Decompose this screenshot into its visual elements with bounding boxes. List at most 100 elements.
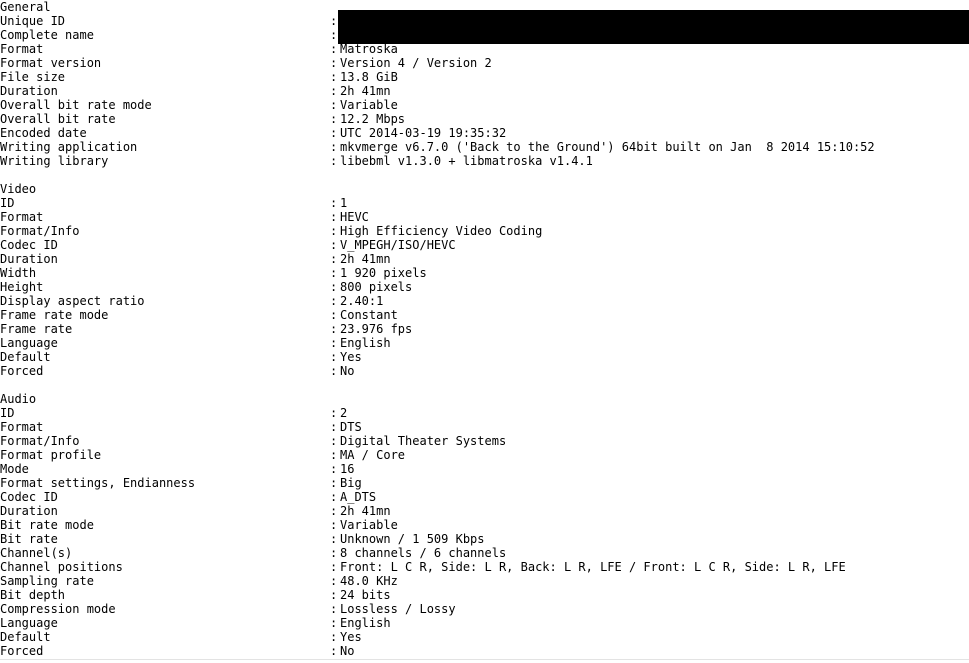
property-row: Bit rate mode: Variable bbox=[0, 518, 969, 532]
property-separator: : bbox=[330, 224, 338, 238]
property-row: Overall bit rate:12.2 Mbps bbox=[0, 112, 969, 126]
property-value: 16 bbox=[340, 462, 355, 476]
property-row: Format version: Version 4 / Version 2 bbox=[0, 56, 969, 70]
property-row: Encoded date: UTC 2014-03-19 19:35:32 bbox=[0, 126, 969, 140]
property-row: Sampling rate:48.0 KHz bbox=[0, 574, 969, 588]
property-row: Frame rate:23.976 fps bbox=[0, 322, 969, 336]
property-value: 24 bits bbox=[340, 588, 391, 602]
property-row: Format/Info: Digital Theater Systems bbox=[0, 434, 969, 448]
property-separator: : bbox=[330, 112, 338, 126]
report-body: General Unique ID: Complete name: Format: Ma… bbox=[0, 0, 969, 658]
property-value: libebml v1.3.0 + libmatroska v1.4.1 bbox=[340, 154, 593, 168]
property-separator: : bbox=[330, 98, 338, 112]
property-value: MA / Core bbox=[340, 448, 406, 462]
property-separator: : bbox=[330, 196, 338, 210]
property-row: Format settings, Endianness: Big bbox=[0, 476, 969, 490]
property-row: Format: DTS bbox=[0, 420, 969, 434]
property-value: No bbox=[340, 364, 355, 378]
property-row: Codec ID: A_DTS bbox=[0, 490, 969, 504]
property-label: Codec ID bbox=[0, 238, 58, 252]
property-value: 2 bbox=[340, 406, 348, 420]
property-row: Compression mode: Lossless / Lossy bbox=[0, 602, 969, 616]
property-label: ID bbox=[0, 406, 15, 420]
property-separator: : bbox=[330, 56, 338, 70]
property-row: Overall bit rate mode: Variable bbox=[0, 98, 969, 112]
property-row: ID:2 bbox=[0, 406, 969, 420]
property-separator: : bbox=[330, 616, 338, 630]
property-separator: : bbox=[330, 84, 338, 98]
property-label: Channel(s) bbox=[0, 546, 73, 560]
property-separator: : bbox=[330, 420, 338, 434]
property-separator: : bbox=[330, 252, 338, 266]
property-value: Yes bbox=[340, 350, 362, 364]
property-label: File size bbox=[0, 70, 66, 84]
property-label: Writing library bbox=[0, 154, 109, 168]
property-value: 2.40:1 bbox=[340, 294, 384, 308]
property-separator: : bbox=[330, 140, 338, 154]
property-label: Unique ID bbox=[0, 14, 66, 28]
property-label: Duration bbox=[0, 252, 58, 266]
property-separator: : bbox=[330, 630, 338, 644]
property-row: Height:800 pixels bbox=[0, 280, 969, 294]
property-label: Format bbox=[0, 210, 44, 224]
property-separator: : bbox=[330, 210, 338, 224]
property-value: DTS bbox=[340, 420, 362, 434]
property-value: Yes bbox=[340, 630, 362, 644]
property-value: 2h 41mn bbox=[340, 252, 391, 266]
property-label: Format/Info bbox=[0, 434, 80, 448]
property-row: Channel(s):8 channels / 6 channels bbox=[0, 546, 969, 560]
property-value: High Efficiency Video Coding bbox=[340, 224, 543, 238]
property-row: Language: English bbox=[0, 616, 969, 630]
property-separator: : bbox=[330, 364, 338, 378]
property-label: Format version bbox=[0, 56, 102, 70]
property-separator: : bbox=[330, 42, 338, 56]
property-separator: : bbox=[330, 476, 338, 490]
property-separator: : bbox=[330, 350, 338, 364]
property-label: Display aspect ratio bbox=[0, 294, 145, 308]
property-row: Forced: No bbox=[0, 364, 969, 378]
property-label: Format profile bbox=[0, 448, 102, 462]
property-label: Format bbox=[0, 42, 44, 56]
property-value: 13.8 GiB bbox=[340, 70, 398, 84]
property-separator: : bbox=[330, 266, 338, 280]
property-label: Height bbox=[0, 280, 44, 294]
mediainfo-report[interactable]: General Unique ID: Complete name: Format: Ma… bbox=[0, 0, 969, 663]
property-row: Bit rate: Unknown / 1 509 Kbps bbox=[0, 532, 969, 546]
property-value: Front: L C R, Side: L R, Back: L R, LFE … bbox=[340, 560, 846, 574]
property-label: Bit rate mode bbox=[0, 518, 94, 532]
property-separator: : bbox=[330, 308, 338, 322]
property-label: Writing application bbox=[0, 140, 138, 154]
property-value: Version 4 / Version 2 bbox=[340, 56, 492, 70]
property-row: Format profile: MA / Core bbox=[0, 448, 969, 462]
property-separator: : bbox=[330, 504, 338, 518]
property-value: HEVC bbox=[340, 210, 369, 224]
property-label: Codec ID bbox=[0, 490, 58, 504]
property-label: Bit depth bbox=[0, 588, 66, 602]
property-value: 800 pixels bbox=[340, 280, 413, 294]
property-label: ID bbox=[0, 196, 15, 210]
property-row: Writing application: mkvmerge v6.7.0 ('Ba… bbox=[0, 140, 969, 154]
property-value: Constant bbox=[340, 308, 398, 322]
property-row: Duration:2h 41mn bbox=[0, 84, 969, 98]
property-separator: : bbox=[330, 560, 338, 574]
property-value: 12.2 Mbps bbox=[340, 112, 406, 126]
property-label: Complete name bbox=[0, 28, 94, 42]
property-separator: : bbox=[330, 462, 338, 476]
property-separator: : bbox=[330, 434, 338, 448]
property-value: 1 bbox=[340, 196, 348, 210]
property-separator: : bbox=[330, 644, 338, 658]
section-heading-video: Video bbox=[0, 182, 37, 196]
property-row: Language: English bbox=[0, 336, 969, 350]
property-value: A_DTS bbox=[340, 490, 377, 504]
property-separator: : bbox=[330, 406, 338, 420]
property-row: Format/Info: High Efficiency Video Coding bbox=[0, 224, 969, 238]
property-separator: : bbox=[330, 154, 338, 168]
property-value: Unknown / 1 509 Kbps bbox=[340, 532, 485, 546]
property-value: 1 920 pixels bbox=[340, 266, 427, 280]
property-label: Frame rate mode bbox=[0, 308, 109, 322]
property-separator: : bbox=[330, 546, 338, 560]
property-row: File size:13.8 GiB bbox=[0, 70, 969, 84]
property-separator: : bbox=[330, 336, 338, 350]
